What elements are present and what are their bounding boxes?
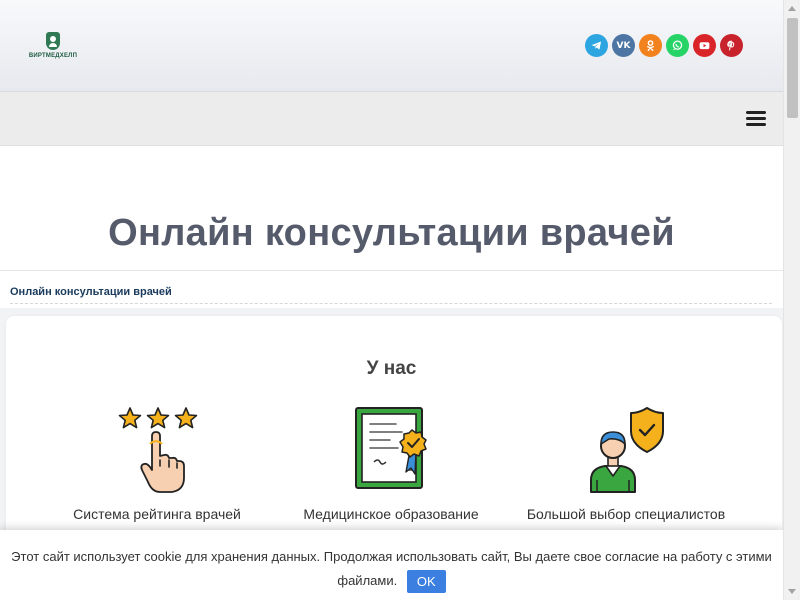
cookie-text-wrap: Этот сайт использует cookie для хранения… (10, 545, 773, 594)
page-scrollbar[interactable] (783, 0, 800, 600)
page-title: Онлайн консультации врачей (108, 212, 675, 254)
nav-bar (0, 92, 783, 146)
scroll-up-arrow-icon[interactable] (788, 6, 796, 11)
feature-label: Медицинское образование (303, 506, 479, 522)
divider (0, 270, 783, 271)
logo-text: ВИРТМЕДХЕЛП (28, 53, 78, 59)
cookie-ok-button[interactable]: OK (406, 570, 446, 594)
social-links: VK (585, 34, 743, 57)
divider (10, 303, 772, 304)
scroll-down-arrow-icon[interactable] (788, 589, 796, 594)
feature-rating: Система рейтинга врачей (37, 404, 277, 522)
vk-icon[interactable]: VK (612, 34, 635, 57)
certificate-diploma-icon (355, 407, 427, 489)
section-title: У нас (366, 358, 417, 379)
feature-education: Медицинское образование (271, 404, 511, 522)
feature-label: Система рейтинга врачей (73, 506, 241, 522)
feature-label: Большой выбор специалистов (526, 506, 726, 522)
cookie-banner: Этот сайт использует cookie для хранения… (0, 530, 783, 600)
hamburger-icon[interactable] (746, 111, 766, 127)
youtube-icon[interactable] (693, 34, 716, 57)
site-logo[interactable]: ВИРТМЕДХЕЛП (28, 32, 78, 62)
telegram-icon[interactable] (585, 34, 608, 57)
breadcrumb[interactable]: Онлайн консультации врачей (10, 286, 172, 298)
top-header: ВИРТМЕДХЕЛП VK (0, 0, 783, 92)
whatsapp-icon[interactable] (666, 34, 689, 57)
doctor-shield-icon (590, 407, 664, 493)
logo-emblem-icon (46, 32, 60, 50)
page-viewport: ВИРТМЕДХЕЛП VK Онлайн консультации враче… (0, 0, 783, 600)
pinterest-icon[interactable] (720, 34, 743, 57)
star-rating-hand-icon (118, 407, 198, 493)
odnoklassniki-icon[interactable] (639, 34, 662, 57)
scrollbar-thumb[interactable] (787, 18, 798, 118)
feature-specialists: Большой выбор специалистов (506, 404, 746, 522)
cookie-message: Этот сайт использует cookie для хранения… (11, 549, 772, 588)
